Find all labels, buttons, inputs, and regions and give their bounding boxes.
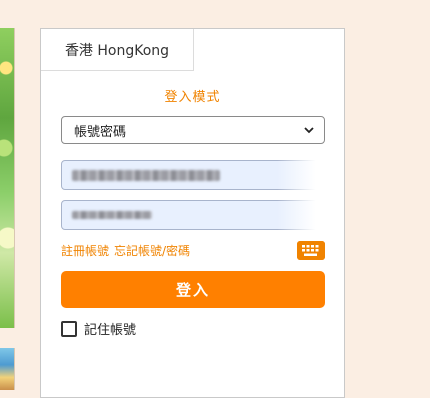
- password-field[interactable]: [61, 199, 332, 233]
- forgot-account-link[interactable]: 忘記帳號/密碼: [114, 244, 190, 258]
- account-links: 註冊帳號 忘記帳號/密碼: [61, 242, 190, 259]
- game-art-strip: [0, 28, 15, 328]
- login-mode-title: 登入模式: [164, 90, 221, 105]
- remember-checkbox[interactable]: [61, 320, 77, 337]
- region-tab-hongkong[interactable]: 香港 HongKong: [41, 29, 194, 71]
- remember-label: 記住帳號: [84, 323, 137, 338]
- username-field[interactable]: [61, 159, 332, 193]
- redacted-password: [72, 211, 152, 219]
- account-type-selected: 帳號密碼: [74, 124, 127, 140]
- account-type-select[interactable]: 帳號密碼: [61, 116, 325, 144]
- game-art-thumbnail: [0, 348, 15, 390]
- redacted-username: [72, 170, 220, 181]
- login-panel: 香港 HongKong 登入模式 帳號密碼 註冊帳號 忘記帳號/密碼 登入 記住帳…: [40, 28, 345, 398]
- register-link[interactable]: 註冊帳號: [61, 244, 109, 258]
- remember-account[interactable]: 記住帳號: [61, 319, 136, 338]
- login-button[interactable]: 登入: [61, 271, 325, 308]
- keyboard-icon[interactable]: [297, 241, 325, 260]
- chevron-down-icon: [304, 127, 314, 134]
